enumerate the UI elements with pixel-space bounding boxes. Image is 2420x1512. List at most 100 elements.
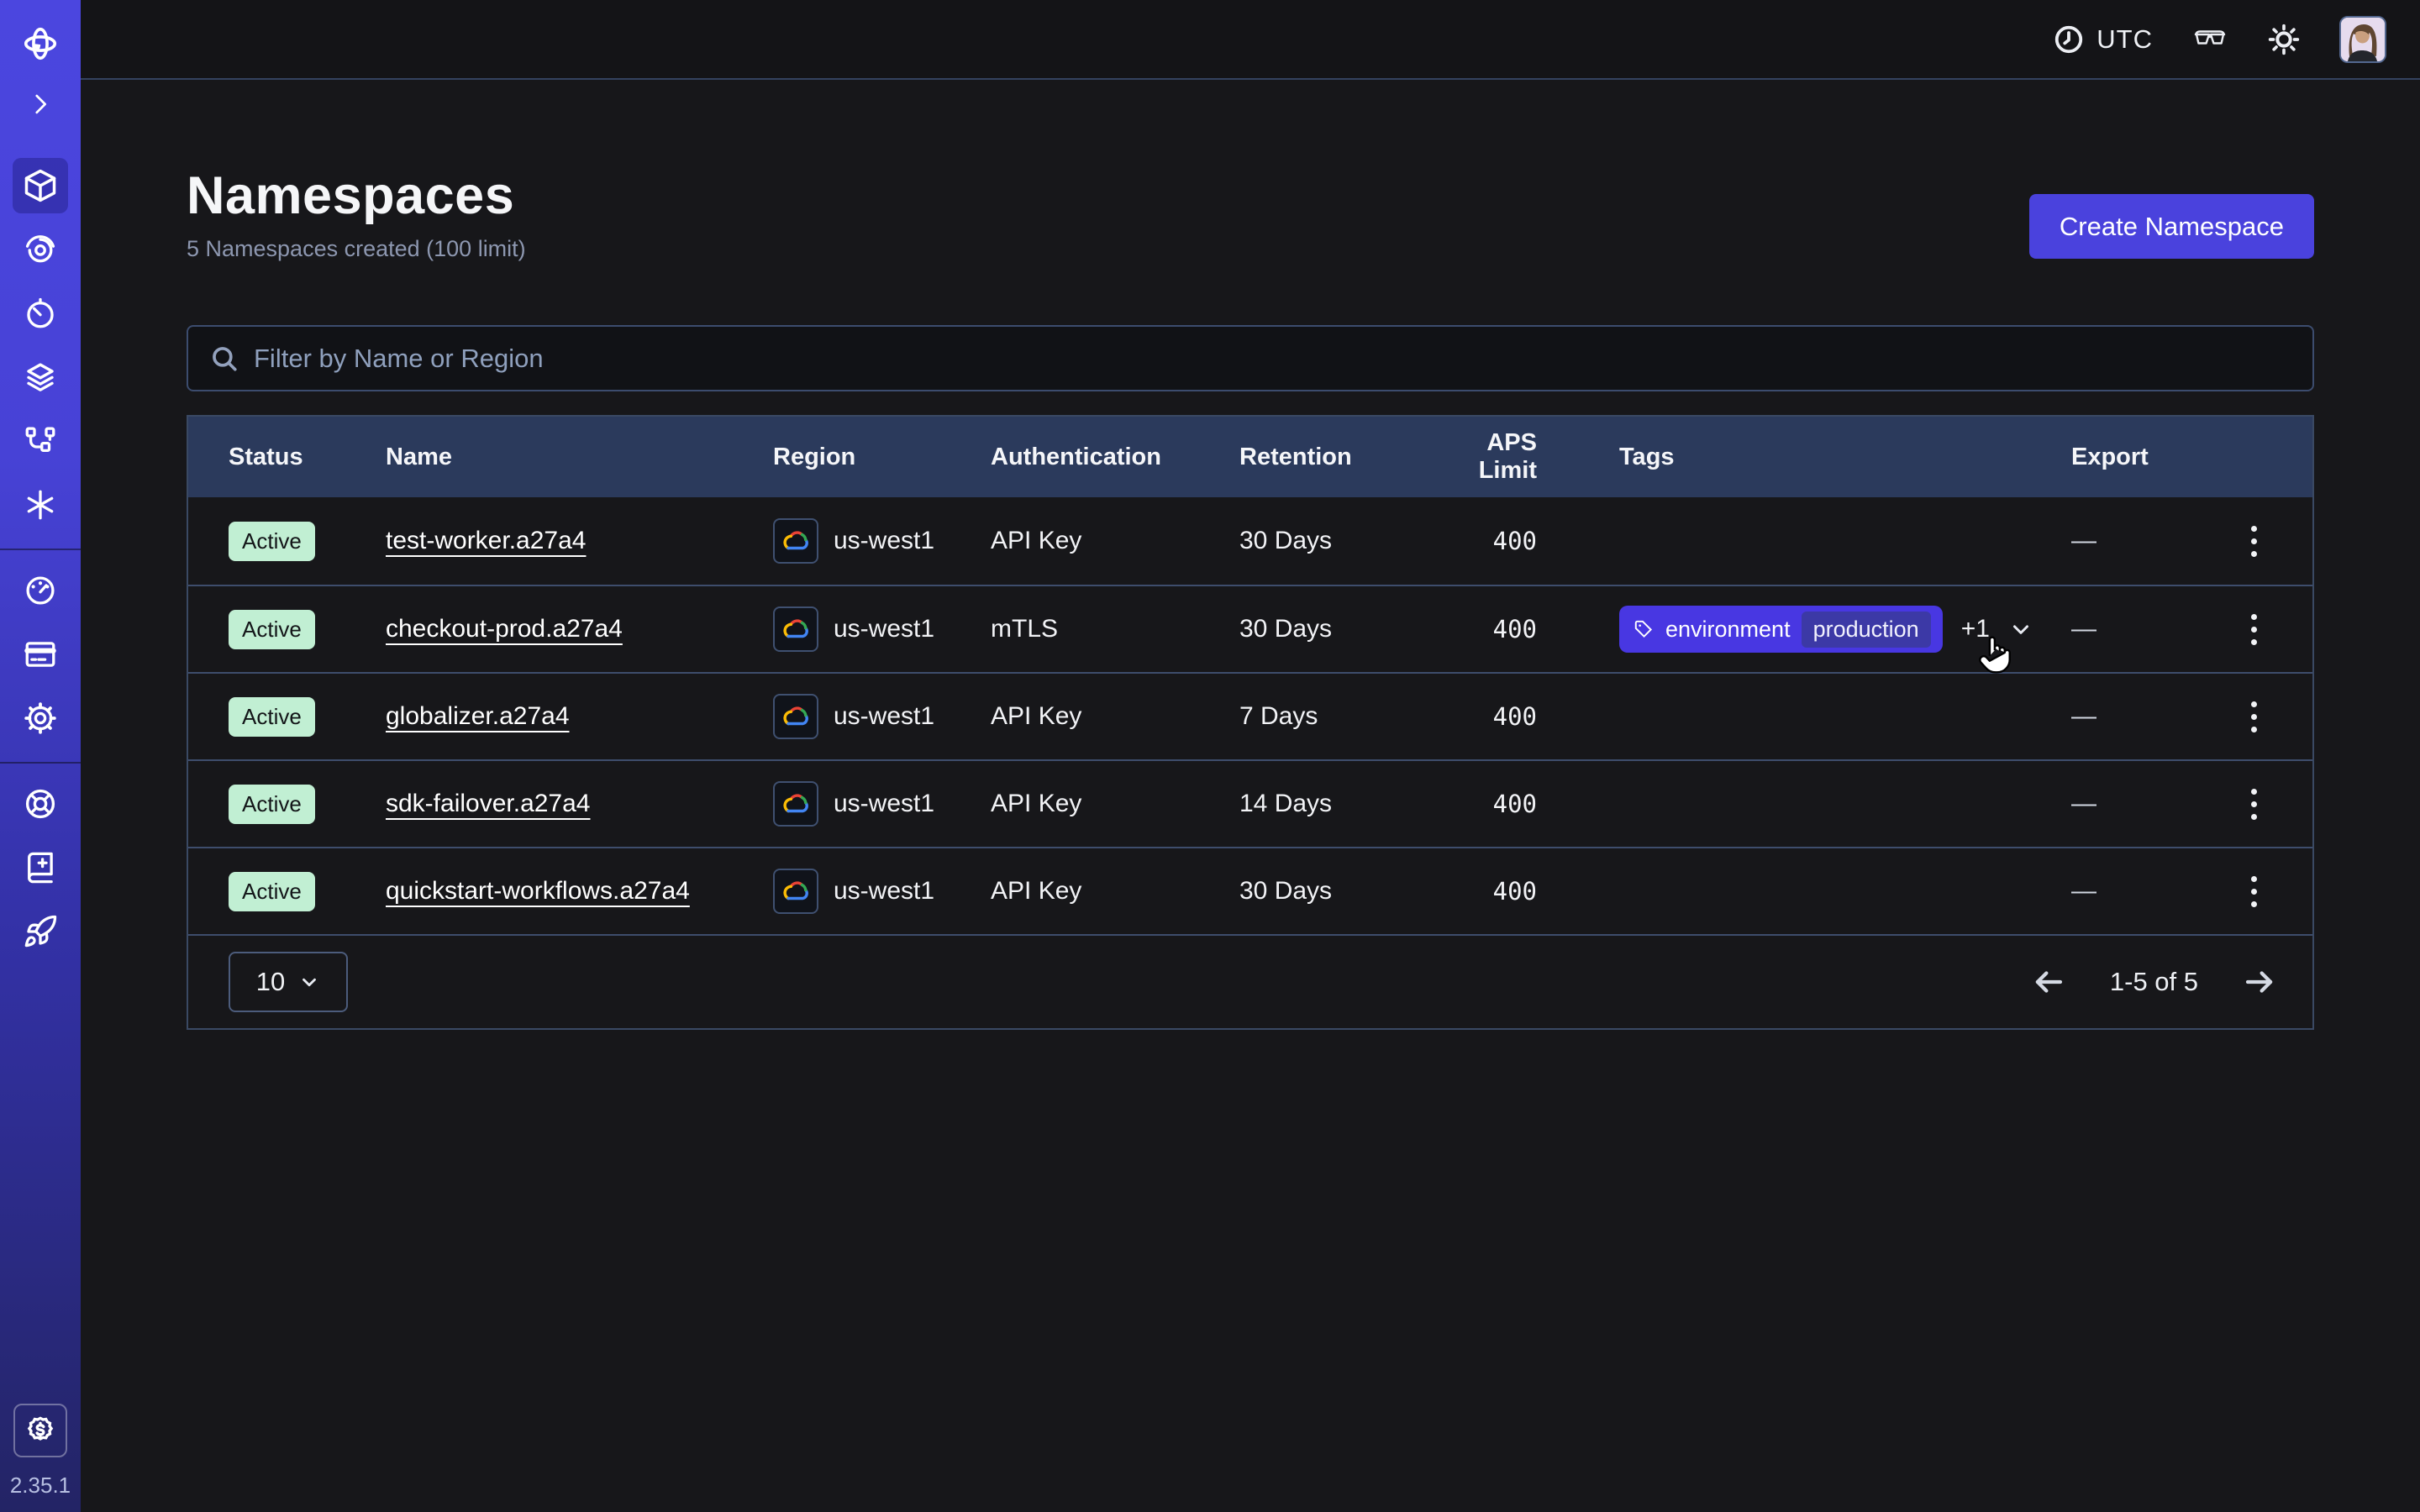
credit-card-icon xyxy=(23,637,58,672)
aps-limit-value: 400 xyxy=(1432,877,1537,906)
status-badge: Active xyxy=(229,610,315,649)
gcp-region-icon xyxy=(773,694,818,739)
gcp-region-icon xyxy=(773,606,818,652)
life-ring-icon xyxy=(23,786,58,822)
page-size-value: 10 xyxy=(256,967,285,997)
tag-icon xyxy=(1633,618,1655,640)
search-icon xyxy=(210,344,239,373)
layers-icon xyxy=(23,360,58,395)
aps-limit-value: 400 xyxy=(1432,527,1537,555)
namespace-link[interactable]: quickstart-workflows.a27a4 xyxy=(386,877,690,905)
row-menu-button[interactable] xyxy=(2239,606,2269,654)
table-row: Active globalizer.a27a4 us-west1 API Key… xyxy=(188,672,2312,759)
credits-button[interactable] xyxy=(13,1404,67,1457)
table-row: Active sdk-failover.a27a4 us-west1 API K… xyxy=(188,759,2312,847)
sidebar-item-nexus[interactable] xyxy=(13,483,68,527)
timer-icon xyxy=(23,296,58,331)
status-badge: Active xyxy=(229,872,315,911)
status-badge: Active xyxy=(229,697,315,737)
arrow-left-icon xyxy=(2031,964,2066,1000)
col-retention: Retention xyxy=(1239,444,1432,471)
sidebar-item-namespaces[interactable] xyxy=(13,158,68,213)
sidebar-item-billing[interactable] xyxy=(13,633,68,676)
region-label: us-west1 xyxy=(834,615,934,643)
chevron-down-icon xyxy=(298,971,320,993)
sidebar: 2.35.1 xyxy=(0,0,81,1512)
user-avatar[interactable] xyxy=(2339,16,2386,63)
tags-cell: environment production +1 xyxy=(1537,606,2071,653)
labs-toggle-button[interactable] xyxy=(2191,26,2228,53)
region-label: us-west1 xyxy=(834,790,934,818)
sidebar-item-docs[interactable] xyxy=(13,846,68,890)
export-value: — xyxy=(2071,877,2239,906)
namespace-link[interactable]: globalizer.a27a4 xyxy=(386,702,570,730)
retention-value: 30 Days xyxy=(1239,615,1432,643)
region-label: us-west1 xyxy=(834,527,934,555)
namespaces-table: Status Name Region Authentication Retent… xyxy=(187,415,2314,1030)
col-export: Export xyxy=(2071,444,2239,471)
col-authentication: Authentication xyxy=(991,444,1239,471)
badge-dollar-icon xyxy=(24,1414,57,1447)
col-tags: Tags xyxy=(1537,444,2071,471)
page-size-select[interactable]: 10 xyxy=(229,952,348,1012)
aps-limit-value: 400 xyxy=(1432,615,1537,643)
sidebar-divider xyxy=(0,549,81,550)
theme-toggle-button[interactable] xyxy=(2267,23,2301,56)
tags-expand-icon[interactable] xyxy=(2008,617,2033,642)
table-row: Active checkout-prod.a27a4 us-west1 mTLS… xyxy=(188,585,2312,672)
export-value: — xyxy=(2071,702,2239,731)
page-subtitle: 5 Namespaces created (100 limit) xyxy=(187,236,526,262)
aps-limit-value: 400 xyxy=(1432,702,1537,731)
table-body: Active test-worker.a27a4 us-west1 API Ke… xyxy=(188,497,2312,934)
main-content: Namespaces 5 Namespaces created (100 lim… xyxy=(81,81,2420,1512)
sidebar-item-support[interactable] xyxy=(13,782,68,826)
sidebar-item-settings[interactable] xyxy=(13,696,68,740)
region-label: us-west1 xyxy=(834,702,934,731)
sun-icon xyxy=(2267,23,2301,56)
gear-icon xyxy=(23,701,58,736)
status-badge: Active xyxy=(229,522,315,561)
sidebar-item-branch[interactable] xyxy=(13,419,68,463)
rocket-icon xyxy=(23,914,58,949)
timezone-button[interactable]: UTC xyxy=(2053,24,2153,55)
export-value: — xyxy=(2071,615,2239,643)
namespace-link[interactable]: test-worker.a27a4 xyxy=(386,527,586,554)
cube-icon xyxy=(22,167,59,204)
sidebar-item-layers[interactable] xyxy=(13,355,68,399)
avatar-photo xyxy=(2341,18,2385,61)
pagination-bar: 10 1-5 of 5 xyxy=(188,934,2312,1028)
filter-bar xyxy=(187,325,2314,391)
temporal-logo-icon[interactable] xyxy=(13,20,68,67)
auth-value: API Key xyxy=(991,790,1239,818)
sidebar-item-get-started[interactable] xyxy=(13,910,68,953)
app-version: 2.35.1 xyxy=(10,1473,71,1512)
sidebar-item-iris[interactable] xyxy=(13,228,68,271)
namespace-link[interactable]: checkout-prod.a27a4 xyxy=(386,615,623,643)
gcp-region-icon xyxy=(773,869,818,914)
timezone-label: UTC xyxy=(2096,24,2153,55)
branch-icon xyxy=(23,423,58,459)
create-namespace-button[interactable]: Create Namespace xyxy=(2029,194,2314,259)
tag-key: environment xyxy=(1665,617,1791,643)
auth-value: mTLS xyxy=(991,615,1239,643)
row-menu-button[interactable] xyxy=(2239,868,2269,916)
row-menu-button[interactable] xyxy=(2239,517,2269,565)
next-page-button[interactable] xyxy=(2242,964,2277,1000)
tag-pill[interactable]: environment production xyxy=(1619,606,1943,653)
row-menu-button[interactable] xyxy=(2239,693,2269,741)
namespace-link[interactable]: sdk-failover.a27a4 xyxy=(386,790,591,817)
sidebar-item-timer[interactable] xyxy=(13,291,68,335)
col-region: Region xyxy=(773,444,991,471)
col-name: Name xyxy=(386,444,773,471)
sidebar-expand-icon[interactable] xyxy=(13,82,68,126)
sidebar-item-usage[interactable] xyxy=(13,569,68,612)
filter-input[interactable] xyxy=(254,344,2291,374)
retention-value: 30 Days xyxy=(1239,527,1432,555)
retention-value: 14 Days xyxy=(1239,790,1432,818)
table-header: Status Name Region Authentication Retent… xyxy=(188,417,2312,497)
col-status: Status xyxy=(229,444,386,471)
tag-value: production xyxy=(1802,612,1931,648)
prev-page-button[interactable] xyxy=(2031,964,2066,1000)
row-menu-button[interactable] xyxy=(2239,780,2269,828)
region-label: us-west1 xyxy=(834,877,934,906)
